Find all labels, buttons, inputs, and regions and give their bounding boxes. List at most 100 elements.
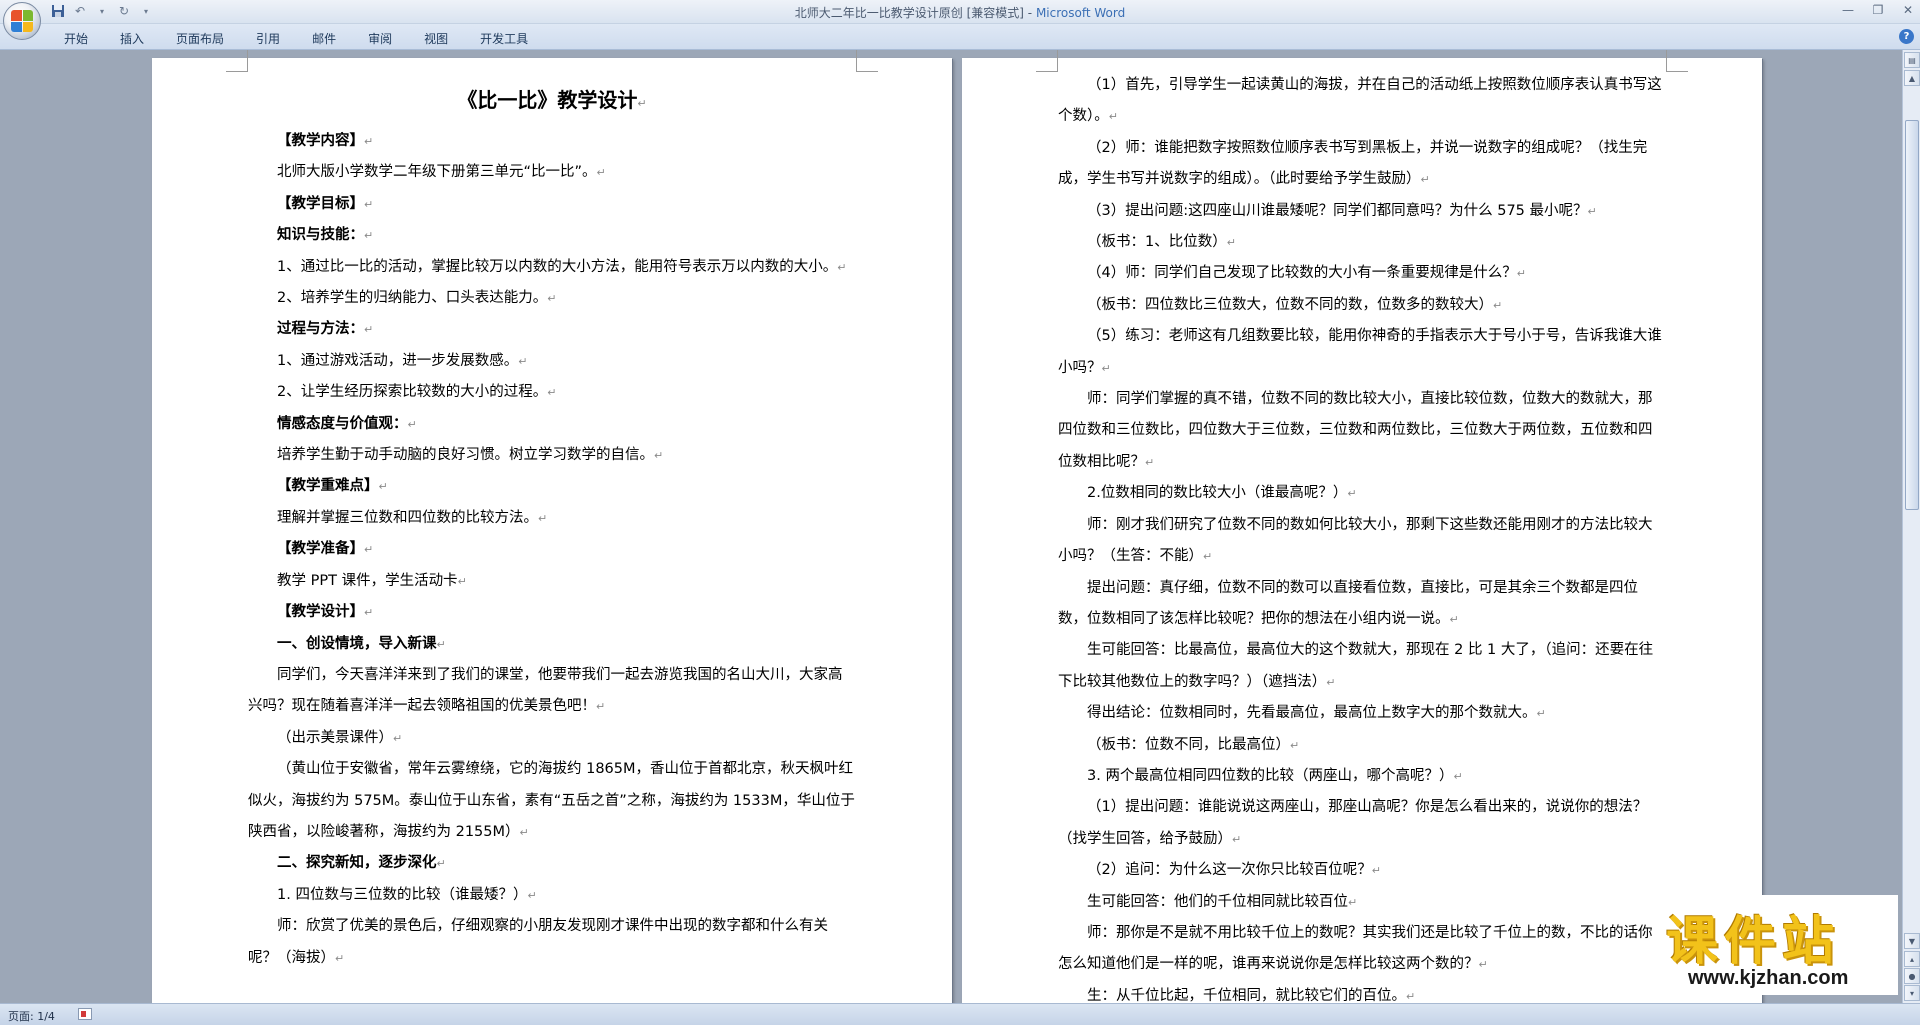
select-browse-object-icon[interactable]: ●	[1904, 968, 1920, 984]
scroll-down-icon[interactable]: ▼	[1904, 933, 1920, 949]
paragraph-mark: ↵	[1348, 895, 1358, 909]
close-icon[interactable]: ✕	[1900, 2, 1916, 18]
page-2-paragraph: 生可能回答：他们的千位相同就比较百位↵	[1058, 887, 1666, 918]
paragraph-mark: ↵	[1101, 361, 1111, 375]
page-2-paragraph: 生：从千位比起，千位相同，就比较它们的百位。↵	[1058, 981, 1666, 1003]
paragraph-mark: ↵	[436, 857, 446, 871]
vertical-scrollbar[interactable]: ▤ ▲ ▼ ▴ ● ▾	[1902, 50, 1920, 1003]
paragraph-mark: ↵	[1587, 204, 1597, 218]
paragraph-text: （1）首先，引导学生一起读黄山的海拔，并在自己的活动纸上按照数位顺序表认真书写这…	[1058, 77, 1662, 125]
page-1-paragraph: （出示美景课件）↵	[248, 723, 856, 754]
paragraph-text: （4）师：同学们自己发现了比较数的大小有一条重要规律是什么？	[1087, 265, 1517, 282]
ruler-toggle-icon[interactable]: ▤	[1904, 52, 1920, 68]
paragraph-text: 北师大版小学数学二年级下册第三单元“比一比”。	[277, 164, 597, 181]
document-workspace[interactable]: 《比一比》教学设计↵ 【教学内容】↵ 北师大版小学数学二年级下册第三单元“比一比”…	[0, 50, 1902, 1003]
tab-references[interactable]: 引用	[240, 28, 296, 49]
crop-mark	[1666, 50, 1688, 72]
paragraph-mark: ↵	[407, 417, 417, 431]
paragraph-text: 师：那你是不是就不用比较千位上的数呢？其实我们还是比较了千位上的数，不比的话你怎…	[1058, 924, 1653, 973]
ribbon-tabs-bar: 开始 插入 页面布局 引用 邮件 审阅 视图 开发工具 ?	[0, 24, 1920, 50]
tab-mailings[interactable]: 邮件	[296, 28, 352, 49]
paragraph-text: 培养学生勤于动手动脑的良好习惯。树立学习数学的自信。	[277, 447, 654, 464]
paragraph-mark: ↵	[335, 951, 345, 965]
paragraph-mark: ↵	[518, 354, 528, 368]
watermark-logo: 课件站 www.kjzhan.com	[1658, 895, 1898, 995]
document-page-2[interactable]: （1）首先，引导学生一起读黄山的海拔，并在自己的活动纸上按照数位顺序表认真书写这…	[962, 50, 1762, 1003]
restore-icon[interactable]: ❐	[1870, 2, 1886, 18]
document-page-1[interactable]: 《比一比》教学设计↵ 【教学内容】↵ 北师大版小学数学二年级下册第三单元“比一比”…	[152, 50, 952, 1003]
paragraph-text: 3. 两个最高位相同四位数的比较（两座山，哪个高呢？）	[1087, 767, 1454, 784]
page-2-paragraph: （2）师：谁能把数字按照数位顺序表书写到黑板上，并说一说数字的组成呢？（找生完成…	[1058, 133, 1666, 196]
page-2-paragraph: 师：刚才我们研究了位数不同的数如何比较大小，那剩下这些数还能用刚才的方法比较大小…	[1058, 510, 1666, 573]
paragraph-mark: ↵	[436, 637, 446, 651]
page-2-paragraph: （1）首先，引导学生一起读黄山的海拔，并在自己的活动纸上按照数位顺序表认真书写这…	[1058, 70, 1666, 133]
paragraph-text: 同学们，今天喜洋洋来到了我们的课堂，他要带我们一起去游览我国的名山大川，大家高兴…	[248, 666, 843, 715]
page-1-paragraph: 同学们，今天喜洋洋来到了我们的课堂，他要带我们一起去游览我国的名山大川，大家高兴…	[248, 660, 856, 723]
tab-review[interactable]: 审阅	[352, 28, 408, 49]
paragraph-text: （板书：四位数比三位数大，位数不同的数，位数多的数较大）	[1087, 296, 1493, 313]
page-1-paragraph: 2、培养学生的归纳能力、口头表达能力。↵	[248, 283, 856, 314]
tab-developer[interactable]: 开发工具	[464, 28, 544, 49]
page-1-paragraph: 【教学目标】↵	[248, 189, 856, 220]
proofing-status-icon[interactable]	[78, 1008, 92, 1020]
minimize-icon[interactable]: —	[1840, 2, 1856, 18]
page-1-paragraph: 培养学生勤于动手动脑的良好习惯。树立学习数学的自信。↵	[248, 440, 856, 471]
page-1-paragraph: 教学 PPT 课件，学生活动卡↵	[248, 566, 856, 597]
paragraph-mark: ↵	[596, 166, 606, 180]
page-1-paragraph: 1. 四位数与三位数的比较（谁最矮？）↵	[248, 880, 856, 911]
paragraph-mark: ↵	[457, 574, 467, 588]
paragraph-mark: ↵	[1516, 267, 1526, 281]
paragraph-text: 1. 四位数与三位数的比较（谁最矮？）	[277, 886, 528, 903]
crop-mark	[856, 50, 878, 72]
tab-insert[interactable]: 插入	[104, 28, 160, 49]
paragraph-text: （2）师：谁能把数字按照数位顺序表书写到黑板上，并说一说数字的组成呢？（找生完成…	[1058, 139, 1648, 188]
paragraph-mark: ↵	[837, 260, 847, 274]
page-2-paragraph: 师：那你是不是就不用比较千位上的数呢？其实我们还是比较了千位上的数，不比的话你怎…	[1058, 918, 1666, 981]
paragraph-text: 知识与技能：	[277, 227, 364, 244]
page-1-content: 《比一比》教学设计↵ 【教学内容】↵ 北师大版小学数学二年级下册第三单元“比一比”…	[248, 78, 856, 974]
scrollbar-thumb[interactable]	[1905, 120, 1919, 510]
scroll-up-icon[interactable]: ▲	[1904, 70, 1920, 86]
page-2-paragraph: （板书：1、比位数）↵	[1058, 227, 1666, 258]
tab-home[interactable]: 开始	[48, 28, 104, 49]
page-2-body: （1）首先，引导学生一起读黄山的海拔，并在自己的活动纸上按照数位顺序表认真书写这…	[1058, 70, 1666, 1003]
page-1-paragraph: 知识与技能：↵	[248, 220, 856, 251]
page-1-paragraph: 【教学准备】↵	[248, 534, 856, 565]
office-logo-icon	[11, 10, 33, 32]
paragraph-mark: ↵	[1347, 487, 1357, 501]
paragraph-text: 【教学设计】	[277, 604, 364, 621]
paragraph-text: （出示美景课件）	[277, 729, 393, 746]
next-page-icon[interactable]: ▾	[1904, 985, 1920, 1001]
page-1-paragraph: 【教学内容】↵	[248, 126, 856, 157]
window-title: 北师大二年比一比教学设计原创 [兼容模式] - Microsoft Word	[0, 4, 1920, 21]
paragraph-mark: ↵	[596, 700, 606, 714]
paragraph-text: 2、让学生经历探索比较数的大小的过程。	[277, 384, 548, 401]
paragraph-mark: ↵	[1326, 675, 1336, 689]
page-2-paragraph: （2）追问：为什么这一次你只比较百位呢？↵	[1058, 855, 1666, 886]
tab-page-layout[interactable]: 页面布局	[160, 28, 240, 49]
paragraph-text: （板书：位数不同，比最高位）	[1087, 736, 1290, 753]
paragraph-text: 二、探究新知，逐步深化	[277, 855, 437, 872]
page-1-paragraph: 【教学重难点】↵	[248, 471, 856, 502]
paragraph-text: （2）追问：为什么这一次你只比较百位呢？	[1087, 862, 1372, 879]
paragraph-text: （3）提出问题:这四座山川谁最矮呢？同学们都同意吗？为什么 575 最小呢？	[1087, 202, 1588, 219]
page-count-status[interactable]: 页面: 1/4	[8, 1008, 55, 1024]
tab-view[interactable]: 视图	[408, 28, 464, 49]
office-button[interactable]	[3, 2, 41, 40]
paragraph-text: 过程与方法：	[277, 321, 364, 338]
page-2-content: （1）首先，引导学生一起读黄山的海拔，并在自己的活动纸上按照数位顺序表认真书写这…	[1058, 70, 1666, 1003]
paragraph-mark: ↵	[1493, 298, 1503, 312]
title-separator: -	[1023, 6, 1036, 20]
page-2-paragraph: （5）练习：老师这有几组数要比较，能用你神奇的手指表示大于号小于号，告诉我谁大谁…	[1058, 321, 1666, 384]
help-icon[interactable]: ?	[1899, 29, 1914, 44]
paragraph-mark: ↵	[1290, 738, 1300, 752]
page-1-body: 【教学内容】↵ 北师大版小学数学二年级下册第三单元“比一比”。↵ 【教学目标】↵ 知识…	[248, 126, 856, 974]
previous-page-icon[interactable]: ▴	[1904, 951, 1920, 967]
paragraph-mark: ↵	[1145, 455, 1155, 469]
paragraph-mark: ↵	[547, 386, 557, 400]
paragraph-mark: ↵	[1232, 832, 1242, 846]
paragraph-mark: ↵	[364, 229, 374, 243]
paragraph-mark: ↵	[1453, 769, 1463, 783]
paragraph-mark: ↵	[364, 543, 374, 557]
paragraph-mark: ↵	[364, 606, 374, 620]
